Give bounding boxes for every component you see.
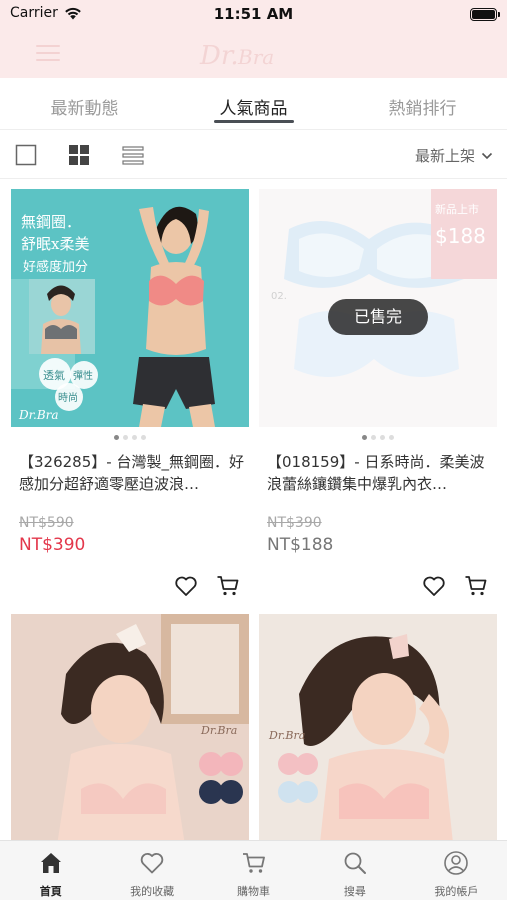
bottom-tab-label: 我的收藏 xyxy=(130,885,175,898)
image-text: 彈性 xyxy=(73,369,93,382)
product-image[interactable]: Dr.Bra xyxy=(259,614,497,852)
original-price: NT$590 xyxy=(19,515,74,531)
heart-icon[interactable] xyxy=(174,574,198,598)
image-text: 無鋼圈． xyxy=(21,213,81,231)
menu-icon[interactable] xyxy=(36,45,60,63)
bottom-tab-label: 首頁 xyxy=(39,885,62,898)
home-icon xyxy=(40,853,61,873)
sold-out-badge: 已售完 xyxy=(328,299,428,335)
product-image[interactable]: 無鋼圈． 舒眠x柔美 好感度加分 透氣 彈性 時尚 Dr.Bra xyxy=(11,189,249,427)
sale-price: NT$188 xyxy=(267,535,334,555)
image-text: 好感度加分 xyxy=(23,259,88,275)
product-title[interactable]: 【018159】- 日系時尚．柔美波浪蕾絲鑲鑽集中爆乳內衣… xyxy=(267,451,493,495)
sale-price: NT$390 xyxy=(19,535,86,555)
sort-dropdown[interactable]: 最新上架 xyxy=(415,145,493,166)
image-text: 02. xyxy=(271,291,287,302)
bottom-tab-bar: 首頁 我的收藏 購物車 搜尋 我的帳戶 xyxy=(0,840,507,900)
tab-latest[interactable]: 最新動態 xyxy=(0,78,169,129)
brand-logo: Dr. Bra xyxy=(199,41,274,71)
account-icon xyxy=(444,851,469,875)
bottom-tab-label: 我的帳戶 xyxy=(434,885,479,898)
image-text: 透氣 xyxy=(43,368,65,382)
bottom-tab-account[interactable]: 我的帳戶 xyxy=(406,841,507,900)
tab-label: 人氣商品 xyxy=(219,99,288,119)
image-text: $188 xyxy=(435,224,486,248)
tab-popular[interactable]: 人氣商品 xyxy=(169,78,338,129)
image-text: Dr.Bra xyxy=(18,408,59,422)
image-text: 時尚 xyxy=(58,391,78,404)
search-icon xyxy=(344,852,366,874)
grid-view-icon[interactable] xyxy=(68,144,90,166)
chevron-down-icon xyxy=(481,152,493,159)
heart-icon xyxy=(140,853,164,874)
heart-icon[interactable] xyxy=(422,574,446,598)
svg-text:Dr.: Dr. xyxy=(199,41,239,71)
status-bar: Carrier 11:51 AM xyxy=(0,0,507,30)
cart-icon xyxy=(242,853,265,873)
tab-label: 最新動態 xyxy=(50,99,119,119)
bottom-tab-label: 搜尋 xyxy=(343,885,366,898)
app-header: Dr. Bra xyxy=(0,30,507,78)
bottom-tab-search[interactable]: 搜尋 xyxy=(304,841,405,900)
cart-icon[interactable] xyxy=(464,574,488,598)
image-pager xyxy=(11,435,249,443)
status-time: 11:51 AM xyxy=(213,5,294,23)
image-pager xyxy=(259,435,497,443)
category-tabs: 最新動態 人氣商品 熱銷排行 xyxy=(0,78,507,130)
product-image[interactable]: Dr.Bra xyxy=(11,614,249,852)
battery-icon xyxy=(470,8,500,21)
sort-label: 最新上架 xyxy=(414,147,475,165)
bottom-tab-label: 購物車 xyxy=(237,885,271,898)
image-text: 舒眠x柔美 xyxy=(21,235,89,253)
active-tab-indicator xyxy=(213,120,294,123)
image-text: Dr.Bra xyxy=(268,729,305,742)
image-text: Dr.Bra xyxy=(200,724,237,737)
bottom-tab-cart[interactable]: 購物車 xyxy=(203,841,304,900)
bottom-tab-favorites[interactable]: 我的收藏 xyxy=(101,841,202,900)
tab-label: 熱銷排行 xyxy=(388,99,457,119)
view-toolbar: 最新上架 xyxy=(0,131,507,179)
product-image[interactable]: 新品上市 $188 02. 已售完 xyxy=(259,189,497,427)
list-view-icon[interactable] xyxy=(122,144,144,166)
original-price: NT$390 xyxy=(267,515,322,531)
bottom-tab-home[interactable]: 首頁 xyxy=(0,841,101,900)
svg-text:Bra: Bra xyxy=(237,45,274,69)
cart-icon[interactable] xyxy=(216,574,240,598)
single-view-icon[interactable] xyxy=(15,144,37,166)
image-text: 新品上市 xyxy=(435,202,479,216)
tab-bestseller[interactable]: 熱銷排行 xyxy=(338,78,507,129)
product-title[interactable]: 【326285】- 台灣製_無鋼圈．好感加分超舒適零壓迫波浪… xyxy=(19,451,245,495)
